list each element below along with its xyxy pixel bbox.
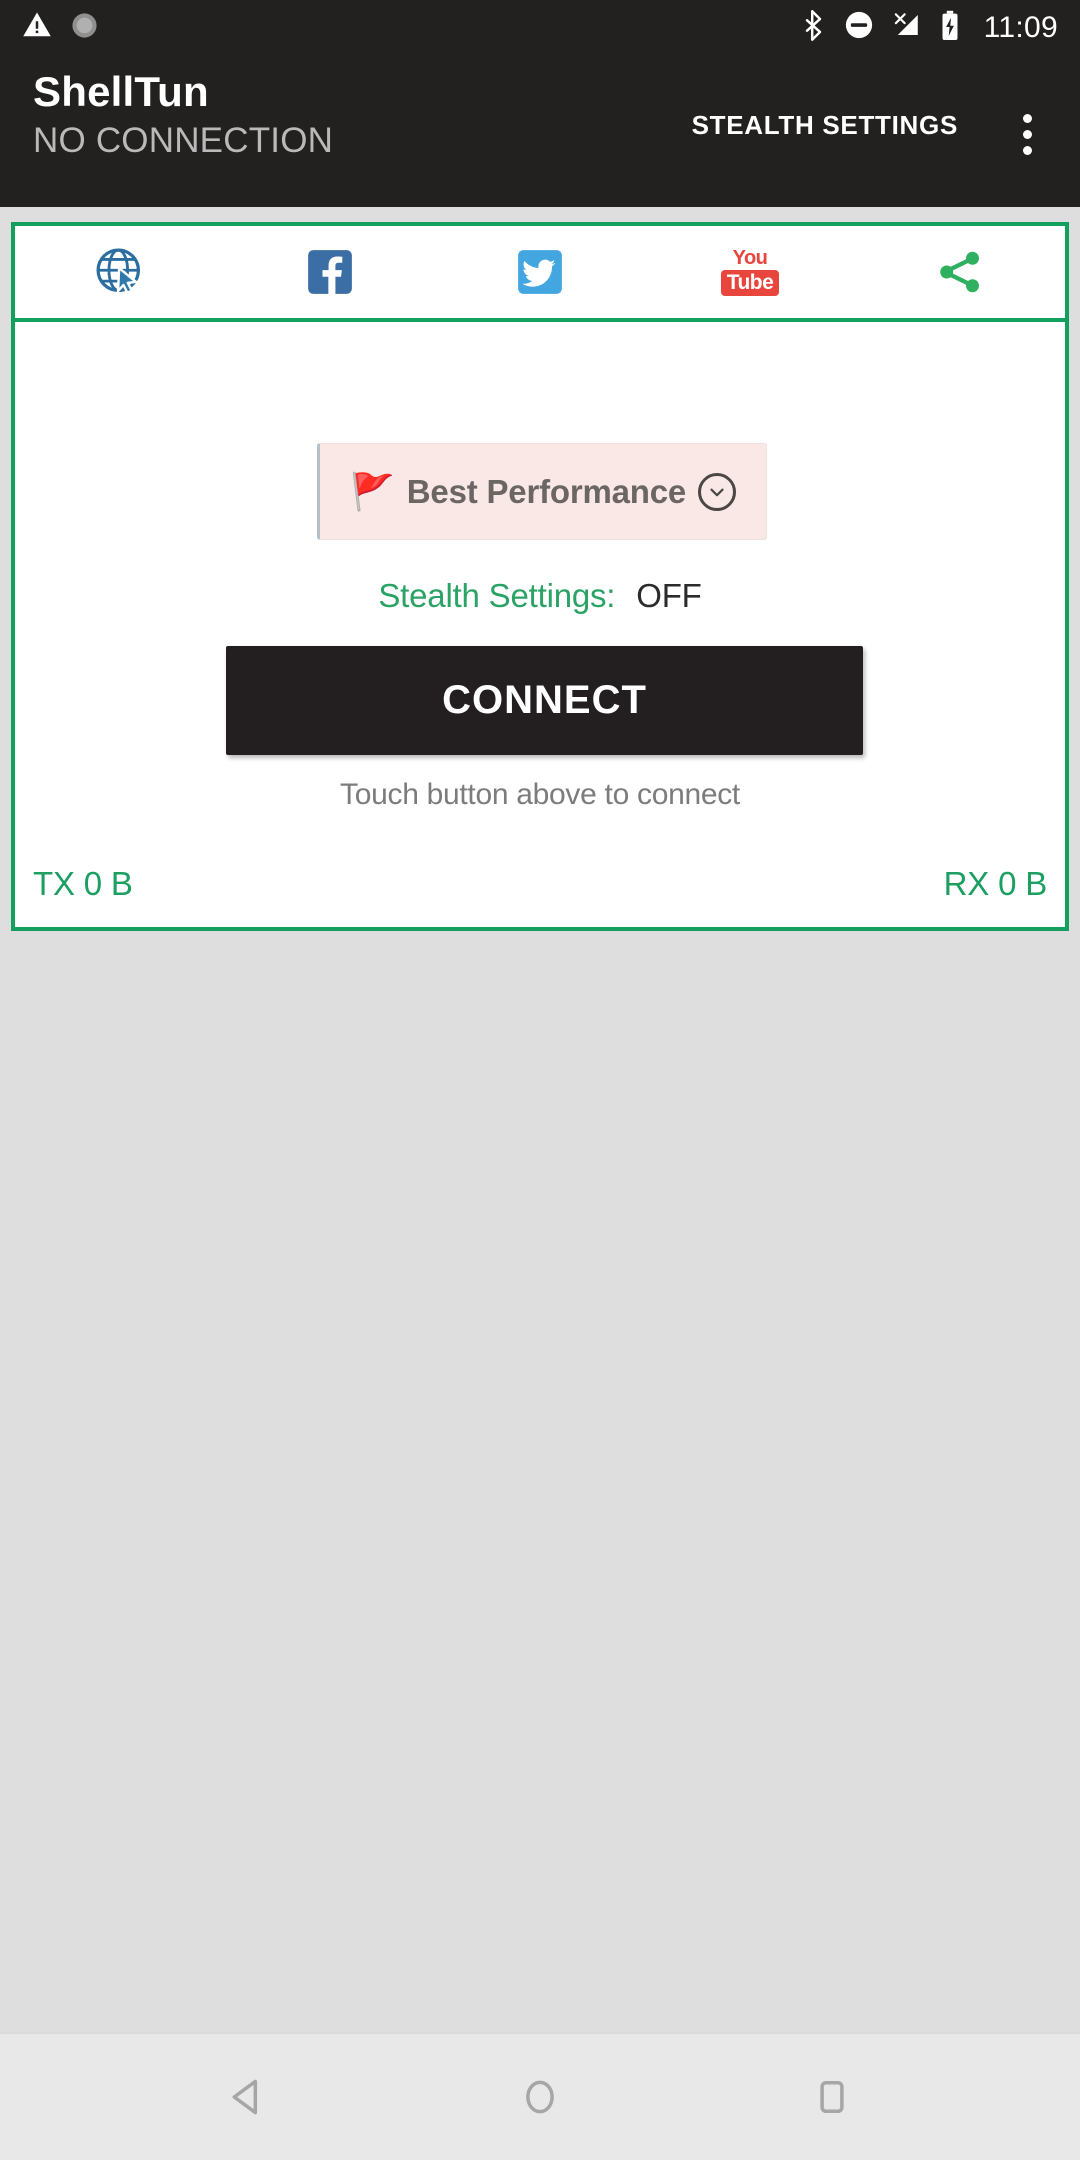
- status-bar-clock: 11:09: [983, 10, 1058, 44]
- traffic-counters: TX 0 B RX 0 B: [15, 865, 1065, 903]
- youtube-you-text: You: [732, 247, 768, 269]
- home-icon[interactable]: [500, 2057, 580, 2137]
- youtube-tube-text: Tube: [720, 270, 780, 296]
- do-not-disturb-icon: [844, 10, 874, 45]
- status-bar: 11:09: [0, 0, 1080, 55]
- twitter-icon[interactable]: [435, 224, 645, 320]
- more-vertical-icon[interactable]: [1002, 107, 1052, 161]
- screen-root: 11:09 ShellTun NO CONNECTION STEALTH SET…: [0, 0, 1080, 2160]
- tx-counter: TX 0 B: [33, 865, 133, 902]
- facebook-icon[interactable]: [225, 224, 435, 320]
- rx-counter: RX 0 B: [943, 865, 1048, 902]
- back-icon[interactable]: [208, 2057, 288, 2137]
- connection-status-subtitle: NO CONNECTION: [33, 121, 334, 160]
- stealth-settings-status: Stealth Settings: OFF: [15, 577, 1065, 615]
- stealth-settings-label: Stealth Settings:: [378, 577, 616, 614]
- stealth-settings-value: OFF: [636, 577, 702, 614]
- app-bar: ShellTun NO CONNECTION STEALTH SETTINGS: [0, 55, 1080, 207]
- recents-icon[interactable]: [792, 2057, 872, 2137]
- warning-triangle-icon: [22, 10, 52, 45]
- app-title: ShellTun: [33, 68, 209, 115]
- system-navigation-bar: [0, 2032, 1080, 2160]
- connect-hint-text: Touch button above to connect: [340, 778, 740, 811]
- main-card: You Tube 🚩 Best Performance Stealth Sett…: [11, 222, 1069, 931]
- card-body: 🚩 Best Performance Stealth Settings: OFF…: [15, 322, 1065, 927]
- status-bar-right-icons: 11:09: [800, 9, 1058, 46]
- status-bar-left-icons: [22, 10, 99, 45]
- performance-mode-dropdown[interactable]: 🚩 Best Performance: [317, 443, 767, 540]
- social-links-row: You Tube: [15, 226, 1065, 322]
- share-icon[interactable]: [855, 224, 1065, 320]
- youtube-icon[interactable]: You Tube: [645, 224, 855, 320]
- battery-charging-icon: [939, 10, 961, 46]
- bluetooth-icon: [800, 9, 827, 46]
- performance-mode-label: Best Performance: [406, 472, 687, 510]
- chevron-down-icon: [698, 472, 737, 511]
- no-signal-icon: [891, 10, 922, 45]
- stealth-settings-action[interactable]: STEALTH SETTINGS: [692, 110, 958, 141]
- brightness-sync-icon: [70, 11, 99, 45]
- globe-browser-icon[interactable]: [15, 224, 225, 320]
- connect-button[interactable]: CONNECT: [226, 646, 863, 755]
- waving-flag-icon: 🚩: [349, 470, 395, 512]
